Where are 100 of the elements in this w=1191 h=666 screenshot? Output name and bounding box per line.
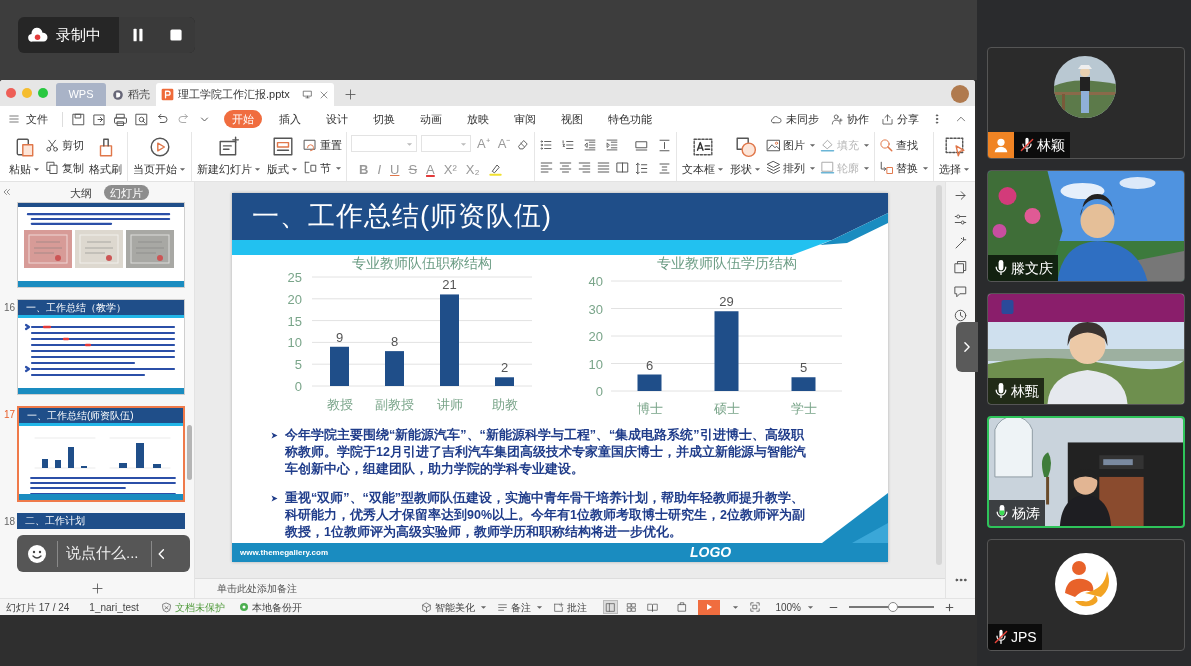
beautify-button[interactable]: 智能美化 <box>421 599 488 615</box>
toolbar-button[interactable]: 图片 <box>766 137 817 154</box>
decrease-indent-icon[interactable] <box>583 138 598 152</box>
comment-icon[interactable] <box>953 284 968 299</box>
toolbar-button[interactable]: 剪切 <box>45 137 84 154</box>
toolbar-button[interactable]: 粘贴 <box>8 135 41 178</box>
toolbar-button[interactable]: 选择 <box>938 135 972 178</box>
participant-tile[interactable]: JPS <box>987 539 1185 651</box>
reset-icon <box>303 137 318 153</box>
more-icon[interactable] <box>953 576 968 584</box>
data-label: 6 <box>645 357 654 373</box>
toolbar-action[interactable]: 协作 <box>831 110 869 128</box>
participant-tile[interactable]: 林甄 <box>987 293 1185 405</box>
new-tab-icon[interactable] <box>344 88 357 101</box>
section-icon <box>303 160 318 176</box>
chat-input-field[interactable]: 说点什么... <box>66 542 151 565</box>
ribbon-tab[interactable]: 审阅 <box>506 110 544 128</box>
file-menu[interactable]: 文件 <box>8 110 48 128</box>
add-slide-icon[interactable] <box>90 581 104 595</box>
participant-tile[interactable]: 滕文庆 <box>987 170 1185 282</box>
sliders-icon[interactable] <box>953 212 968 227</box>
backup-status[interactable]: 本地备份开 <box>251 599 302 615</box>
vertical-align-icon[interactable] <box>657 137 673 153</box>
document-tab[interactable]: 理工学院工作汇报.pptx <box>156 83 334 106</box>
handout-icon[interactable] <box>676 601 689 613</box>
user-avatar[interactable] <box>951 85 969 103</box>
chat-bar[interactable]: 说点什么... <box>17 535 190 572</box>
category-label: 博士 <box>636 401 663 416</box>
slide-thumbnail[interactable]: 一、工作总结（教学） <box>17 299 185 395</box>
toolbar-button[interactable]: 形状 <box>729 135 763 178</box>
history-icon[interactable] <box>953 308 968 323</box>
ribbon-tab[interactable]: 动画 <box>412 110 450 128</box>
axis-tick-label: 10 <box>287 335 302 351</box>
panel-toggle-icon[interactable] <box>953 188 968 203</box>
zoom-slider-thumb[interactable] <box>888 602 899 612</box>
columns-icon[interactable] <box>615 160 631 175</box>
zoom-slider[interactable] <box>849 601 934 613</box>
participant-tile[interactable]: 林颖 <box>987 47 1185 159</box>
collapse-panel-icon[interactable] <box>2 187 12 197</box>
toolbar-button[interactable]: 替换 <box>879 159 930 176</box>
toolbar-button[interactable]: 格式刷 <box>88 135 123 178</box>
thumbnail-title: 二、工作计划 <box>25 516 85 526</box>
category-label: 副教授 <box>375 397 414 412</box>
ribbon-tab[interactable]: 特色功能 <box>600 110 660 128</box>
ribbon-tab[interactable]: 插入 <box>271 110 309 128</box>
pages-icon[interactable] <box>953 260 968 275</box>
slide-thumbnail[interactable]: 一、工作总结(师资队伍) <box>17 406 185 502</box>
toolbar-button[interactable]: 查找 <box>879 137 930 154</box>
category-label: 学士 <box>790 401 817 416</box>
toolbar-button[interactable]: 排列 <box>766 159 817 176</box>
comment-button[interactable]: 批注 <box>553 599 588 615</box>
scrollbar[interactable] <box>187 425 192 480</box>
toolbar-button[interactable]: 重置 <box>303 137 342 154</box>
toolbar-action[interactable]: 分享 <box>881 110 919 128</box>
ribbon-tab[interactable]: 切换 <box>365 110 403 128</box>
save-icon[interactable] <box>71 111 86 127</box>
align-right-icon[interactable] <box>577 160 593 175</box>
axis-tick-label: 30 <box>588 301 603 317</box>
magic-wand-icon[interactable] <box>953 236 968 251</box>
bullet-list-icon[interactable] <box>539 138 554 152</box>
align-center-icon[interactable] <box>558 160 574 175</box>
toolbar-button[interactable]: 新建幻灯片 <box>196 135 262 178</box>
toolbar-action[interactable]: 未同步 <box>770 110 819 128</box>
panel-tab[interactable]: 大纲 <box>64 184 98 200</box>
smiley-icon[interactable] <box>27 543 47 564</box>
notes-button[interactable]: 备注 <box>497 599 544 615</box>
bar <box>637 374 662 391</box>
close-icon[interactable] <box>319 89 329 100</box>
zoom-in-icon[interactable] <box>944 601 955 613</box>
participant-tile[interactable]: 杨涛 <box>987 416 1185 528</box>
monitor-icon[interactable] <box>302 89 313 100</box>
toolbar-button[interactable]: 当页开始 <box>132 135 187 178</box>
print-icon[interactable] <box>113 111 128 127</box>
backup-status-icon <box>238 602 249 612</box>
numbered-list-icon[interactable] <box>561 138 576 152</box>
ribbon-tab[interactable]: 视图 <box>553 110 591 128</box>
print-preview-icon[interactable] <box>134 111 149 127</box>
line-spacing-icon[interactable] <box>634 160 650 176</box>
slide-thumbnail[interactable]: 二、工作计划 <box>17 513 185 529</box>
font-name-field[interactable] <box>351 135 417 153</box>
ribbon-tab[interactable]: 设计 <box>318 110 356 128</box>
play-slideshow-button[interactable] <box>698 599 721 615</box>
toolbar-button[interactable]: 节 <box>303 159 342 176</box>
slide-sorter-icon <box>626 601 638 613</box>
fit-window-icon[interactable] <box>749 601 762 613</box>
slide-thumbnail[interactable] <box>17 202 185 288</box>
increase-indent-icon[interactable] <box>605 138 620 152</box>
cube-icon <box>421 601 433 613</box>
panel-collapse-handle[interactable] <box>956 322 978 372</box>
view-button[interactable] <box>603 600 619 614</box>
toolbar-button[interactable]: 复制 <box>45 159 84 176</box>
slide-count: 幻灯片 17 / 24 <box>6 600 70 615</box>
notes-prompt[interactable]: 单击此处添加备注 <box>217 581 297 596</box>
toolbar-button[interactable]: 文本框 <box>681 135 726 178</box>
font-size-field[interactable] <box>421 135 471 153</box>
ribbon-tab[interactable]: 放映 <box>459 110 497 128</box>
zoom-level[interactable]: 100% <box>775 599 814 615</box>
align-left-icon[interactable] <box>539 160 555 175</box>
export-icon[interactable] <box>92 111 107 127</box>
toolbar-button[interactable]: 版式 <box>266 135 299 178</box>
